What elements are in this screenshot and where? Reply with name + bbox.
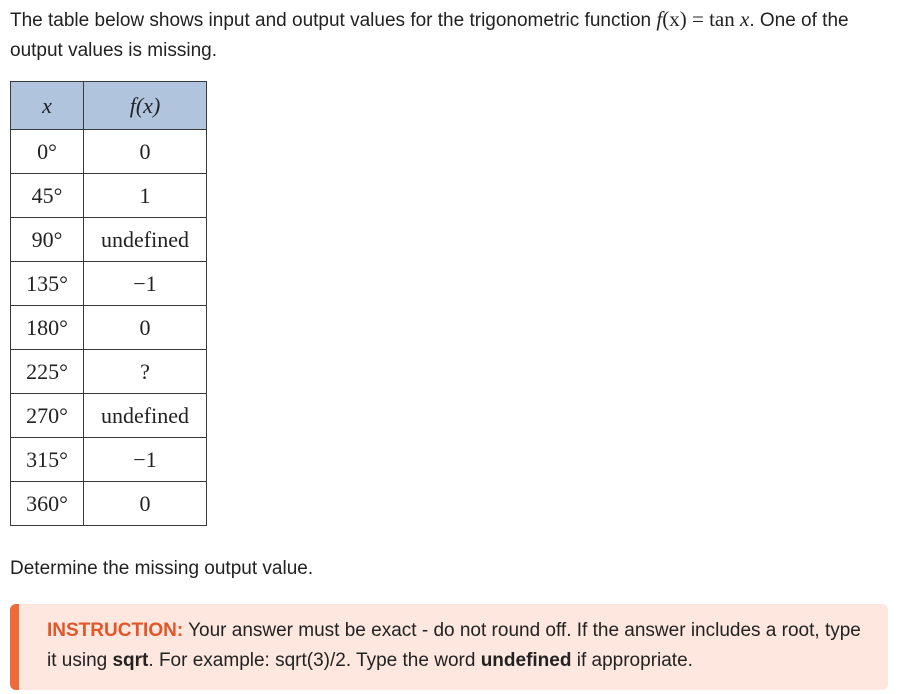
instruction-keyword-undefined: undefined — [480, 650, 572, 671]
cell-fx: undefined — [83, 217, 207, 262]
instruction-part3: if appropriate. — [571, 650, 693, 671]
question-prompt: Determine the missing output value. — [10, 558, 314, 579]
question-intro: The table below shows input and output v… — [10, 4, 890, 66]
values-table: x f(x) 0° 0 45° 1 90° undefined 135° −1 … — [10, 81, 207, 526]
cell-fx: −1 — [83, 437, 207, 482]
cell-fx: undefined — [83, 393, 207, 438]
table-row: 90° undefined — [10, 217, 207, 262]
cell-x: 45° — [10, 173, 84, 218]
cell-x: 270° — [10, 393, 84, 438]
table-row: 225° ? — [10, 349, 207, 394]
instruction-accent-bar — [10, 604, 19, 690]
intro-text: The table below shows input and output v… — [10, 10, 657, 31]
cell-fx: 0 — [83, 129, 207, 174]
cell-x: 225° — [10, 349, 84, 394]
table-row: 180° 0 — [10, 305, 207, 350]
cell-x: 180° — [10, 305, 84, 350]
cell-fx: −1 — [83, 261, 207, 306]
cell-fx: 0 — [83, 305, 207, 350]
cell-fx-missing: ? — [83, 349, 207, 394]
table-row: 270° undefined — [10, 393, 207, 438]
cell-x: 90° — [10, 217, 84, 262]
header-x: x — [10, 81, 84, 130]
cell-fx: 0 — [83, 481, 207, 526]
cell-x: 315° — [10, 437, 84, 482]
instruction-box: INSTRUCTION: Your answer must be exact -… — [10, 604, 888, 690]
cell-x: 135° — [10, 261, 84, 306]
instruction-keyword-sqrt: sqrt — [112, 650, 149, 671]
table-row: 0° 0 — [10, 129, 207, 174]
table-row: 135° −1 — [10, 261, 207, 306]
cell-x: 0° — [10, 129, 84, 174]
function-argument: (x) — [662, 7, 687, 31]
table-row: 315° −1 — [10, 437, 207, 482]
function-expression: f(x) = tan x — [656, 7, 749, 31]
table-header-row: x f(x) — [10, 81, 207, 130]
tan-operator: tan — [709, 7, 740, 31]
tan-variable: x — [739, 7, 750, 31]
cell-x: 360° — [10, 481, 84, 526]
table-row: 45° 1 — [10, 173, 207, 218]
table-row: 360° 0 — [10, 481, 207, 526]
instruction-text: INSTRUCTION: Your answer must be exact -… — [47, 616, 868, 676]
cell-fx: 1 — [83, 173, 207, 218]
equals-sign: = — [686, 7, 710, 31]
header-fx: f(x) — [83, 81, 207, 130]
instruction-label: INSTRUCTION: — [47, 620, 184, 641]
instruction-part2: . For example: sqrt(3)/2. Type the word — [148, 650, 481, 671]
